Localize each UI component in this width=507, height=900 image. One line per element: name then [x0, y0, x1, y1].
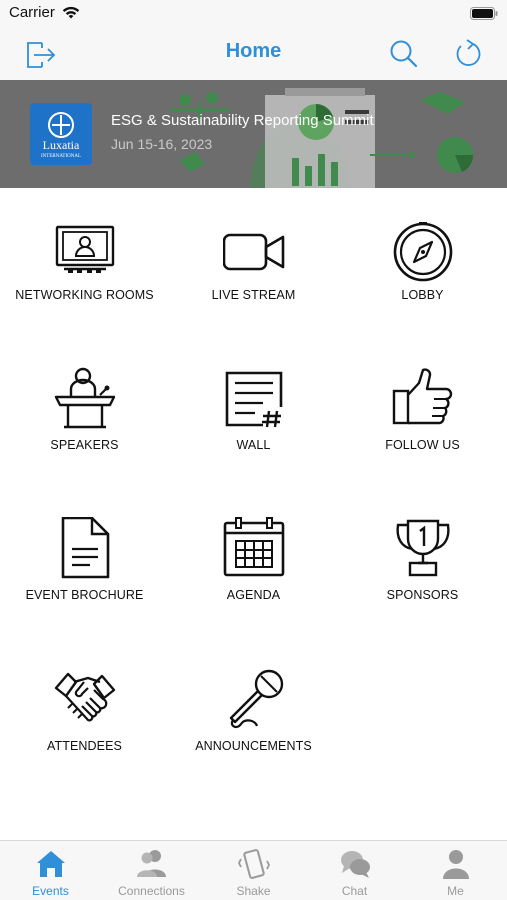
- menu-item-event-brochure[interactable]: EVENT BROCHURE: [0, 516, 169, 637]
- menu-item-label: FOLLOW US: [385, 438, 460, 452]
- wifi-icon: [62, 6, 80, 19]
- presentation-screen-icon: [54, 222, 116, 284]
- menu-item-label: LOBBY: [401, 288, 444, 302]
- tab-label: Connections: [118, 884, 185, 898]
- tab-me[interactable]: Me: [405, 841, 506, 900]
- luxatia-logo: Luxatia INTERNATIONAL: [41, 112, 81, 159]
- home-icon: [34, 847, 68, 881]
- refresh-icon: [456, 39, 481, 66]
- battery-icon: [470, 7, 498, 20]
- menu-item-label: EVENT BROCHURE: [25, 588, 144, 602]
- menu-item-label: SPEAKERS: [50, 438, 119, 452]
- tab-events[interactable]: Events: [0, 841, 101, 900]
- menu-item-attendees[interactable]: ATTENDEES: [0, 668, 169, 788]
- status-bar: Carrier: [0, 0, 507, 28]
- tab-label: Shake: [236, 884, 271, 898]
- menu-item-wall[interactable]: WALL: [169, 367, 338, 487]
- podium-speaker-icon: [54, 367, 116, 429]
- menu-item-live-stream[interactable]: LIVE STREAM: [169, 222, 338, 342]
- microphone-icon: [223, 668, 285, 730]
- event-date: Jun 15-16, 2023: [111, 136, 213, 152]
- logo-subtext: INTERNATIONAL: [41, 154, 81, 159]
- menu-item-label: ANNOUNCEMENTS: [195, 739, 312, 753]
- menu-item-label: LIVE STREAM: [211, 288, 296, 302]
- shake-phone-icon: [237, 847, 271, 881]
- wall-post-icon: [223, 367, 285, 429]
- carrier-label: Carrier: [9, 4, 55, 21]
- page-title: Home: [225, 40, 282, 62]
- menu-item-networking-rooms[interactable]: NETWORKING ROOMS: [0, 222, 169, 342]
- menu-item-announcements[interactable]: ANNOUNCEMENTS: [169, 668, 338, 788]
- thumbs-up-icon: [392, 367, 454, 429]
- person-icon: [439, 847, 473, 881]
- tab-label: Chat: [341, 884, 368, 898]
- menu-item-lobby[interactable]: LOBBY: [338, 220, 507, 342]
- menu-item-label: WALL: [236, 438, 271, 452]
- tab-label: Me: [447, 884, 464, 898]
- menu-item-speakers[interactable]: SPEAKERS: [0, 367, 169, 487]
- logo-text: Luxatia: [43, 138, 80, 152]
- menu-item-label: AGENDA: [226, 588, 281, 602]
- compass-icon: [392, 220, 454, 284]
- menu-item-follow-us[interactable]: FOLLOW US: [338, 367, 507, 487]
- menu-item-sponsors[interactable]: SPONSORS: [338, 517, 507, 637]
- document-icon: [54, 516, 116, 579]
- chat-bubbles-icon: [338, 847, 372, 881]
- handshake-icon: [54, 668, 116, 730]
- menu-item-label: SPONSORS: [386, 588, 459, 602]
- tab-bar: Events Connections Shake Chat Me: [0, 840, 507, 900]
- navigation-bar: Home: [0, 28, 507, 80]
- menu-item-label: NETWORKING ROOMS: [15, 288, 154, 302]
- people-icon: [135, 847, 169, 881]
- event-logo: Luxatia INTERNATIONAL: [30, 103, 92, 165]
- trophy-icon: [392, 517, 454, 579]
- search-button[interactable]: [386, 36, 422, 72]
- menu-item-label: ATTENDEES: [47, 739, 122, 753]
- tab-label: Events: [32, 884, 69, 898]
- event-title: ESG & Sustainability Reporting Summit: [111, 112, 374, 129]
- tab-chat[interactable]: Chat: [304, 841, 405, 900]
- search-icon: [390, 40, 418, 68]
- menu-item-agenda[interactable]: AGENDA: [169, 517, 338, 637]
- tab-connections[interactable]: Connections: [101, 841, 202, 900]
- tab-shake[interactable]: Shake: [203, 841, 304, 900]
- video-camera-icon: [222, 222, 285, 284]
- calendar-icon: [223, 517, 285, 579]
- refresh-button[interactable]: [451, 36, 487, 72]
